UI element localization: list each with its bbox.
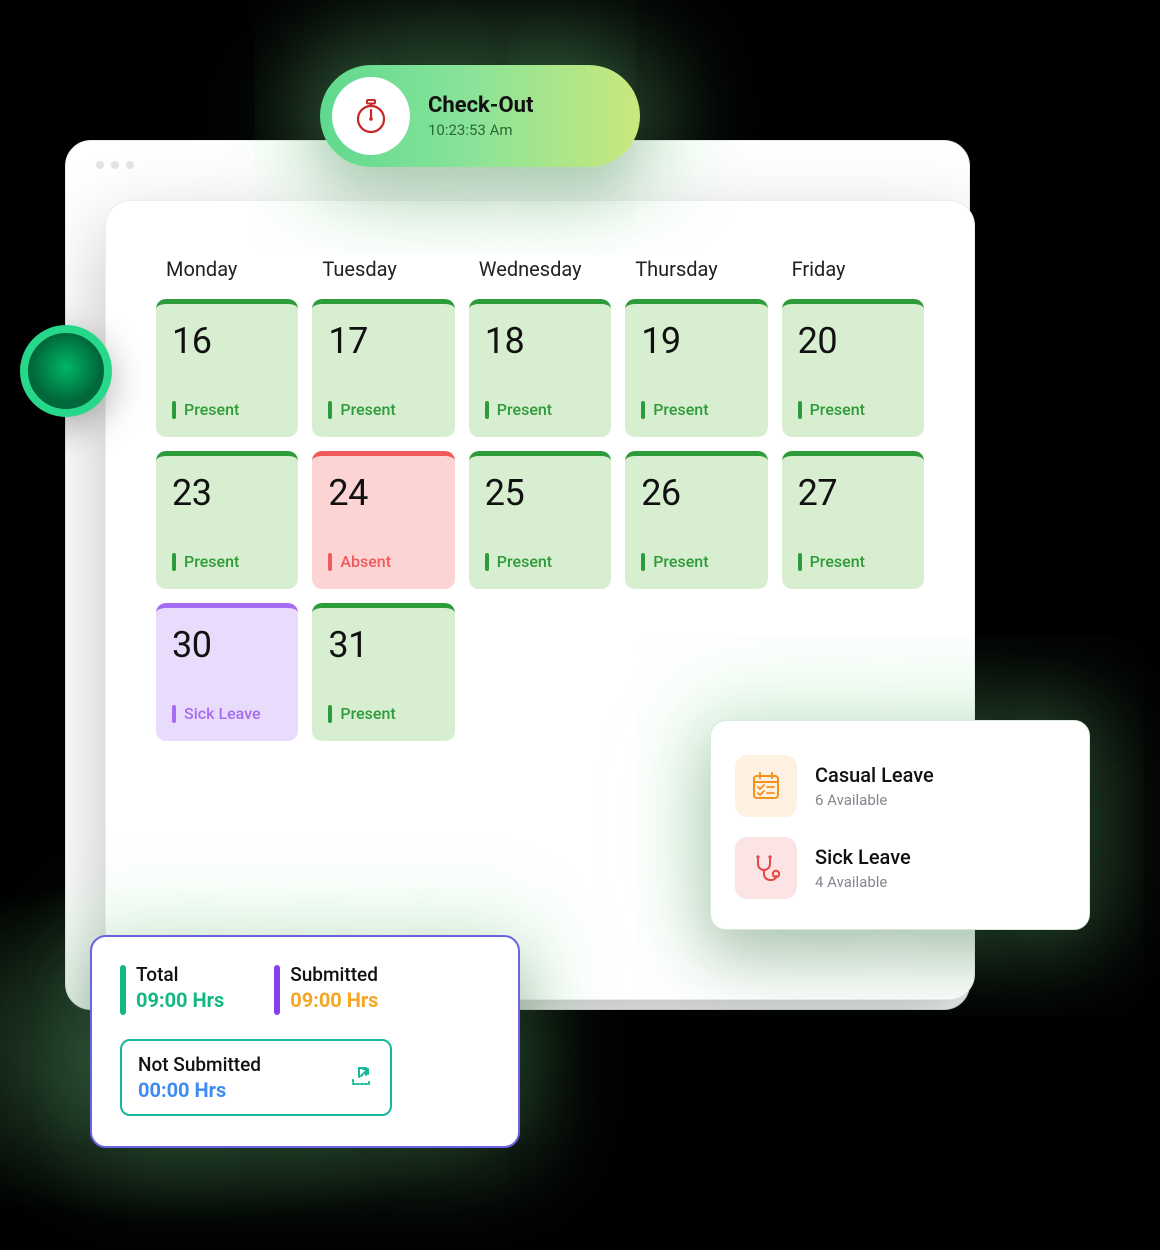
day-status-label: Absent [340,552,391,571]
submitted-label: Submitted [290,963,378,986]
weekday-header: Friday [782,257,924,281]
day-status: Present [328,704,438,723]
stethoscope-icon [735,837,797,899]
day-status-label: Present [497,400,552,419]
submitted-value: 09:00 Hrs [290,988,378,1012]
avatar[interactable] [20,325,112,417]
not-submitted-value: 00:00 Hrs [138,1078,261,1102]
not-submitted-label: Not Submitted [138,1053,261,1076]
day-number: 24 [328,472,438,514]
day-cell[interactable]: 23 Present [156,451,298,589]
day-status: Present [485,400,595,419]
status-indicator-bar [328,553,332,571]
status-indicator-bar [328,401,332,419]
day-cell[interactable]: 16 Present [156,299,298,437]
day-number: 20 [798,320,908,362]
leave-balance-card: Casual Leave 6 Available Sick Leave 4 Av… [710,720,1090,930]
sick-leave-available: 4 Available [815,873,911,891]
status-indicator-bar [172,401,176,419]
casual-leave-item[interactable]: Casual Leave 6 Available [735,745,1065,827]
status-indicator-bar [172,705,176,723]
day-cell[interactable]: 19 Present [625,299,767,437]
day-status: Present [798,400,908,419]
day-number: 31 [328,624,438,666]
casual-leave-available: 6 Available [815,791,934,809]
day-status-label: Present [653,552,708,571]
status-indicator-bar [485,553,489,571]
hours-summary-card: Total 09:00 Hrs Submitted 09:00 Hrs Not … [90,935,520,1148]
status-indicator-bar [641,401,645,419]
day-status-label: Sick Leave [184,704,261,723]
day-number: 27 [798,472,908,514]
checkout-time: 10:23:53 Am [428,121,533,139]
day-status: Present [328,400,438,419]
day-number: 25 [485,472,595,514]
day-cell[interactable]: 27 Present [782,451,924,589]
day-status: Sick Leave [172,704,282,723]
day-cell[interactable]: 25 Present [469,451,611,589]
day-number: 30 [172,624,282,666]
total-indicator-bar [120,965,126,1015]
day-cell[interactable]: 31 Present [312,603,454,741]
day-number: 26 [641,472,751,514]
day-status-label: Present [810,552,865,571]
export-icon [348,1063,374,1093]
day-number: 19 [641,320,751,362]
checkout-title: Check-Out [428,93,533,118]
sick-leave-item[interactable]: Sick Leave 4 Available [735,827,1065,909]
sick-leave-title: Sick Leave [815,845,911,869]
weekday-header: Thursday [625,257,767,281]
day-status-label: Present [497,552,552,571]
status-indicator-bar [798,553,802,571]
day-cell[interactable]: 20 Present [782,299,924,437]
checkout-button[interactable]: Check-Out 10:23:53 Am [320,65,640,167]
day-cell[interactable]: 17 Present [312,299,454,437]
day-status-label: Present [340,704,395,723]
day-number: 18 [485,320,595,362]
status-indicator-bar [485,401,489,419]
total-hours-block: Total 09:00 Hrs [120,963,224,1015]
weekday-header: Monday [156,257,298,281]
window-dot [111,161,119,169]
status-indicator-bar [172,553,176,571]
day-number: 17 [328,320,438,362]
day-status: Present [798,552,908,571]
status-indicator-bar [641,553,645,571]
day-cell[interactable]: 26 Present [625,451,767,589]
day-status-label: Present [184,552,239,571]
day-cell[interactable]: 24 Absent [312,451,454,589]
day-status: Absent [328,552,438,571]
not-submitted-button[interactable]: Not Submitted 00:00 Hrs [120,1039,392,1116]
casual-leave-title: Casual Leave [815,763,934,787]
status-indicator-bar [328,705,332,723]
day-number: 16 [172,320,282,362]
day-status: Present [172,552,282,571]
day-cell[interactable]: 18 Present [469,299,611,437]
weekday-header: Wednesday [469,257,611,281]
window-dot [126,161,134,169]
status-indicator-bar [798,401,802,419]
submitted-hours-block: Submitted 09:00 Hrs [274,963,378,1015]
total-label: Total [136,963,224,986]
day-status: Present [641,400,751,419]
stopwatch-icon [332,77,410,155]
calendar-check-icon [735,755,797,817]
day-status: Present [485,552,595,571]
window-controls [96,161,134,169]
total-value: 09:00 Hrs [136,988,224,1012]
day-status: Present [172,400,282,419]
day-status-label: Present [184,400,239,419]
weekday-header: Tuesday [312,257,454,281]
window-dot [96,161,104,169]
day-cell[interactable]: 30 Sick Leave [156,603,298,741]
day-status-label: Present [810,400,865,419]
day-status: Present [641,552,751,571]
day-number: 23 [172,472,282,514]
day-status-label: Present [653,400,708,419]
day-status-label: Present [340,400,395,419]
submitted-indicator-bar [274,965,280,1015]
